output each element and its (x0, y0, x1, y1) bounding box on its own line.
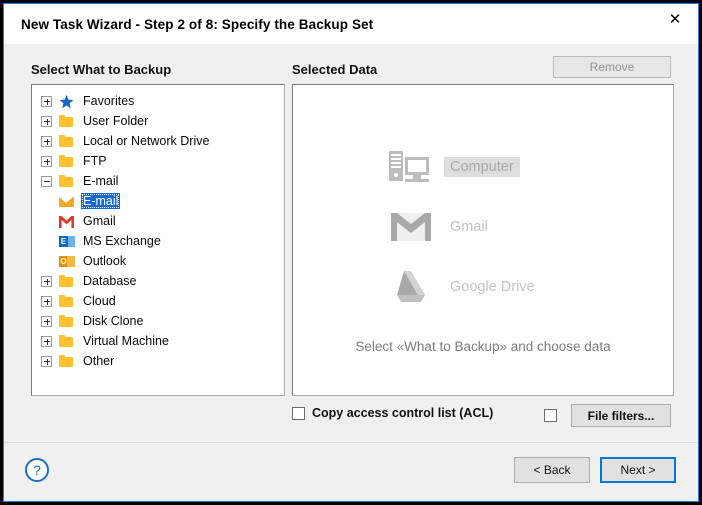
expand-icon[interactable] (41, 155, 52, 167)
tree-item-label: Virtual Machine (83, 334, 169, 348)
watermark-label-gmail: Gmail (450, 218, 488, 235)
tree-item-label: MS Exchange (83, 234, 161, 248)
envelope-icon (58, 194, 75, 209)
folder-icon (58, 354, 75, 369)
tree-item-label: Disk Clone (83, 314, 144, 328)
folder-icon (58, 174, 75, 189)
right-panel-heading: Selected Data (292, 62, 378, 77)
tree-item-label: E-mail (83, 174, 119, 188)
tree-item-user-folder[interactable]: User Folder (32, 111, 284, 131)
back-button[interactable]: < Back (514, 457, 590, 483)
selected-data-panel[interactable]: Computer Gmail Google Drive Select «What… (292, 84, 674, 396)
dialog-body: Select What to Backup Selected Data Remo… (4, 44, 698, 442)
outlook-icon: O (58, 254, 75, 269)
watermark-label-google-drive: Google Drive (450, 278, 535, 295)
watermark-item: Computer (378, 137, 588, 197)
expand-icon[interactable] (41, 355, 52, 367)
watermark-item: Gmail (378, 197, 588, 257)
folder-icon (58, 334, 75, 349)
tree-item-virtual-machine[interactable]: Virtual Machine (32, 331, 284, 351)
folder-icon (58, 114, 75, 129)
ms-exchange-icon: E (58, 234, 75, 249)
tree-item-cloud[interactable]: Cloud (32, 291, 284, 311)
expand-icon[interactable] (41, 295, 52, 307)
tree-item-local-or-network-drive[interactable]: Local or Network Drive (32, 131, 284, 151)
tree-item-other[interactable]: Other (32, 351, 284, 371)
google-drive-icon (378, 267, 444, 307)
tree-item-disk-clone[interactable]: Disk Clone (32, 311, 284, 331)
file-filters-button[interactable]: File filters... (571, 404, 671, 427)
folder-icon (58, 294, 75, 309)
next-button[interactable]: Next > (600, 457, 676, 483)
wizard-window: New Task Wizard - Step 2 of 8: Specify t… (3, 3, 699, 502)
tree-item-label: Database (83, 274, 137, 288)
tree-item-label: Other (83, 354, 115, 368)
expand-icon[interactable] (41, 315, 52, 327)
acl-label: Copy access control list (ACL) (312, 406, 494, 420)
watermark-item: Google Drive (378, 257, 588, 317)
tree-item-outlook[interactable]: O Outlook (32, 251, 284, 271)
tree-item-label: User Folder (83, 114, 149, 128)
tree-item-label: Favorites (83, 94, 135, 108)
expand-icon[interactable] (41, 95, 52, 107)
file-filters-option[interactable]: File filters... (544, 404, 671, 427)
file-filters-checkbox[interactable] (544, 409, 557, 422)
collapse-icon[interactable] (41, 175, 52, 187)
left-panel-heading: Select What to Backup (31, 62, 172, 77)
tree-item-favorites[interactable]: Favorites (32, 91, 284, 111)
star-icon (58, 94, 75, 109)
remove-button[interactable]: Remove (553, 56, 671, 78)
tree-item-label: FTP (83, 154, 107, 168)
acl-checkbox[interactable] (292, 406, 305, 420)
computer-icon (378, 147, 444, 187)
folder-icon (58, 134, 75, 149)
svg-text:?: ? (33, 462, 41, 478)
expand-icon[interactable] (41, 275, 52, 287)
tree-item-label: Outlook (83, 254, 127, 268)
folder-icon (58, 274, 75, 289)
tree-item-e-mail[interactable]: E-mail (32, 191, 284, 211)
help-icon[interactable]: ? (24, 457, 50, 488)
close-icon[interactable]: ✕ (652, 4, 698, 35)
tree-item-gmail[interactable]: Gmail (32, 211, 284, 231)
tree-item-database[interactable]: Database (32, 271, 284, 291)
acl-option[interactable]: Copy access control list (ACL) (292, 406, 493, 420)
gmail-icon (378, 210, 444, 244)
tree-item-e-mail[interactable]: E-mail (32, 171, 284, 191)
tree-item-label: Local or Network Drive (83, 134, 210, 148)
tree-item-label: Gmail (83, 214, 116, 228)
tree-item-ms-exchange[interactable]: E MS Exchange (32, 231, 284, 251)
gmail-icon (58, 214, 75, 229)
watermark-label-computer: Computer (444, 156, 520, 177)
backup-source-tree[interactable]: Favorites User Folder Local or Network Dri… (31, 84, 285, 396)
navigation-buttons: < Back Next > (514, 457, 676, 483)
expand-icon[interactable] (41, 135, 52, 147)
tree-item-label: Cloud (83, 294, 116, 308)
selection-hint: Select «What to Backup» and choose data (355, 338, 611, 354)
dialog-footer: ? < Back Next > (4, 442, 698, 501)
expand-icon[interactable] (41, 335, 52, 347)
tree-item-label: E-mail (81, 193, 121, 209)
title-bar: New Task Wizard - Step 2 of 8: Specify t… (4, 4, 698, 44)
watermark-placeholder: Computer Gmail Google Drive Select «What… (293, 85, 673, 395)
window-title: New Task Wizard - Step 2 of 8: Specify t… (21, 16, 374, 32)
tree-item-ftp[interactable]: FTP (32, 151, 284, 171)
expand-icon[interactable] (41, 115, 52, 127)
folder-icon (58, 314, 75, 329)
folder-icon (58, 154, 75, 169)
